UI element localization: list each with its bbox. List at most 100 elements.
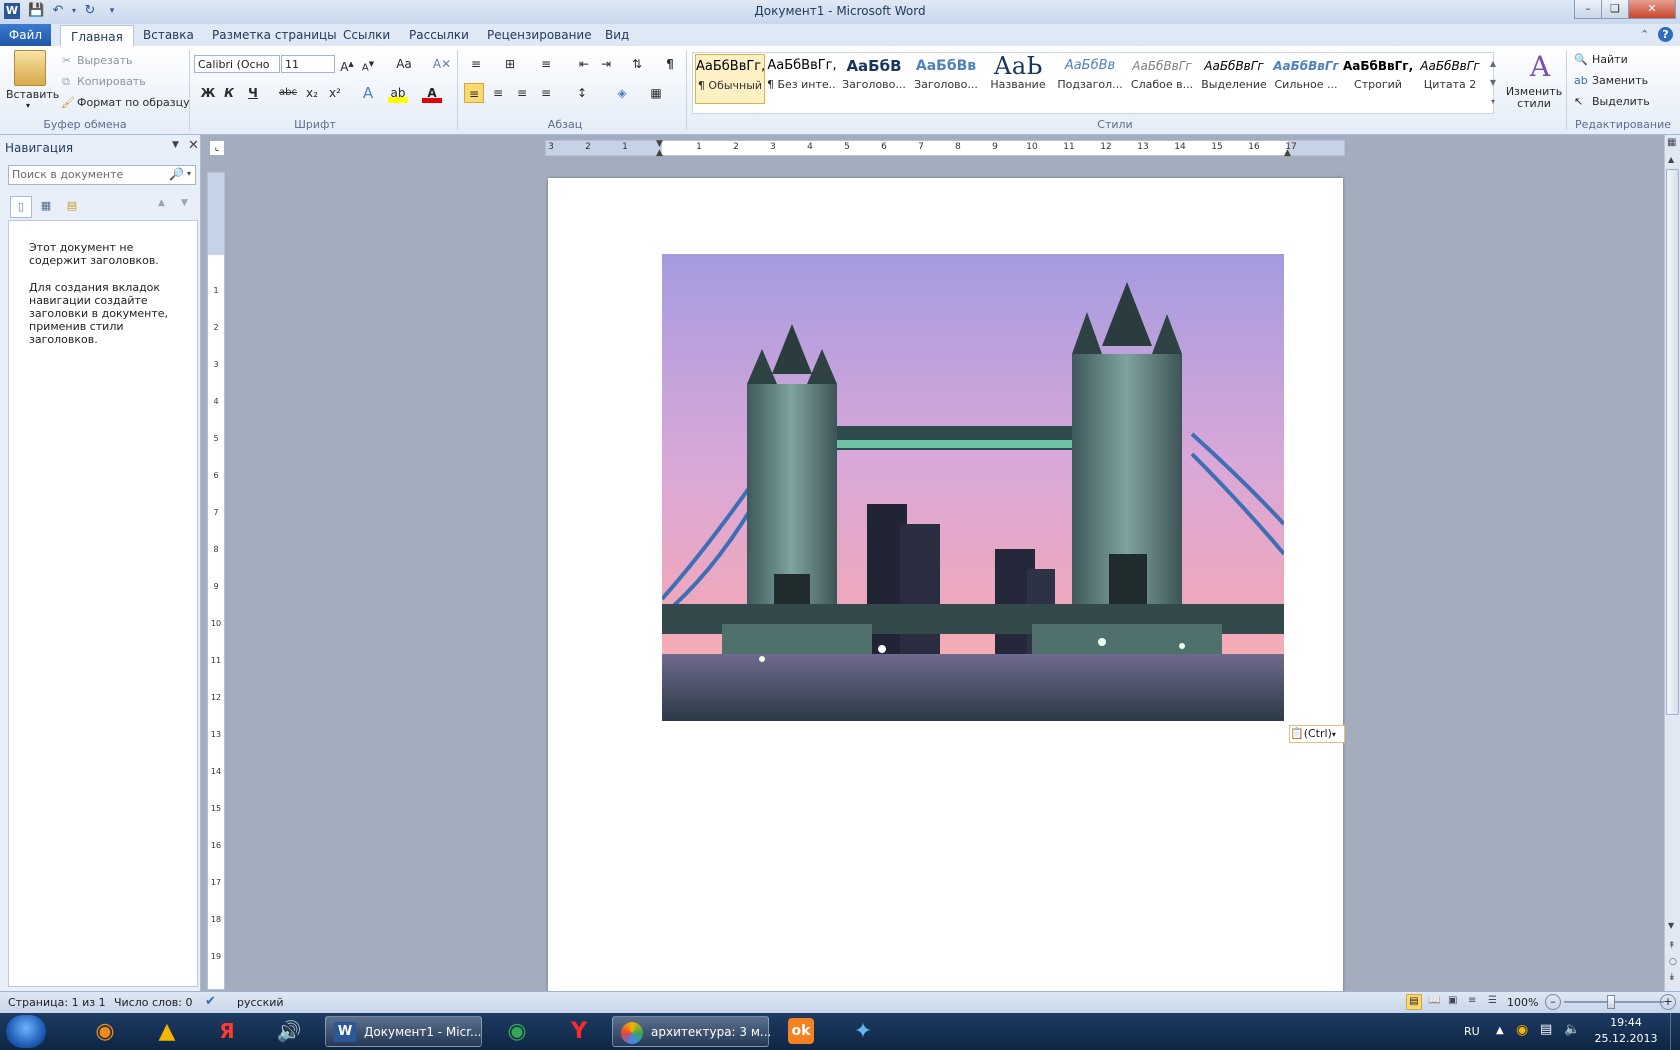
nav-pane-menu-icon[interactable]: ▼: [172, 140, 179, 150]
justify-icon[interactable]: ≡: [536, 83, 556, 103]
styles-scroll-icon[interactable]: ▲ ▼ ▾: [1486, 54, 1500, 111]
clear-formatting-icon[interactable]: A✕: [432, 54, 452, 74]
tab-view[interactable]: Вид: [595, 24, 639, 46]
browse-headings-tab-icon[interactable]: ▯: [10, 196, 32, 218]
tab-file[interactable]: Файл: [0, 24, 51, 46]
tab-selector-icon[interactable]: ⌞: [209, 140, 225, 156]
text-effects-icon[interactable]: A: [358, 83, 378, 103]
paste-icon[interactable]: [14, 50, 46, 86]
underline-button[interactable]: Ч: [243, 83, 263, 103]
style-title[interactable]: АаЬ Название: [983, 54, 1053, 104]
odnoklassniki-icon[interactable]: ok: [778, 1016, 824, 1047]
web-layout-icon[interactable]: ▣: [1448, 995, 1457, 1006]
scroll-thumb[interactable]: [1666, 169, 1679, 715]
document-page[interactable]: 📋(Ctrl)▾: [548, 178, 1345, 993]
hanging-indent-icon[interactable]: ▲: [656, 148, 663, 158]
ruler-toggle-icon[interactable]: ▦: [1667, 137, 1679, 151]
nav-search-input[interactable]: Поиск в документе 🔎 ▾: [8, 165, 196, 185]
sort-icon[interactable]: ⇅: [627, 54, 647, 74]
select-button[interactable]: Выделить: [1592, 95, 1650, 108]
superscript-button[interactable]: x²: [325, 83, 345, 103]
volume-icon[interactable]: 🔈: [1564, 1022, 1580, 1037]
strikethrough-button[interactable]: abc: [278, 83, 298, 103]
tray-app-icon[interactable]: ◉: [1516, 1022, 1528, 1038]
style-heading-1[interactable]: АаБбВ Заголово...: [839, 54, 909, 104]
clock-time[interactable]: 19:44: [1598, 1016, 1654, 1029]
style-heading-2[interactable]: АаБбВв Заголово...: [911, 54, 981, 104]
style-intense-emphasis[interactable]: АаБбВвГг Сильное ...: [1271, 54, 1341, 104]
previous-page-icon[interactable]: ↟: [1668, 941, 1676, 951]
tower-bridge-photo[interactable]: [662, 254, 1284, 721]
tab-page-layout[interactable]: Разметка страницы: [202, 24, 347, 46]
aimp-icon[interactable]: ▲: [144, 1016, 190, 1047]
tab-insert[interactable]: Вставка: [133, 24, 204, 46]
proofing-icon[interactable]: ✔: [205, 994, 216, 1009]
copy-button[interactable]: Копировать: [77, 75, 146, 88]
search-icon[interactable]: 🔎: [169, 167, 184, 181]
vertical-scrollbar[interactable]: ▦ ▲ ▼ ↟ ○ ↡: [1664, 135, 1680, 991]
font-size-combo[interactable]: 11: [281, 55, 335, 73]
align-right-icon[interactable]: ≡: [512, 83, 532, 103]
input-language[interactable]: RU: [1464, 1025, 1480, 1038]
style-strong[interactable]: АаБбВвГг, Строгий: [1343, 54, 1413, 104]
font-color-icon[interactable]: A: [422, 83, 442, 103]
shrink-font-icon[interactable]: A▼: [358, 54, 378, 74]
next-heading-icon[interactable]: ▼: [181, 198, 188, 208]
vertical-ruler[interactable]: 1 2 3 4 5 6 7 8 9 10 11 12 13 14 15 16 17 18 19: [207, 172, 225, 990]
format-painter-button[interactable]: Формат по образцу: [77, 96, 190, 109]
draft-icon[interactable]: ☰: [1488, 995, 1497, 1006]
yandex-browser-icon[interactable]: Я: [204, 1016, 250, 1047]
bullets-icon[interactable]: ≡: [466, 54, 486, 74]
status-page[interactable]: Страница: 1 из 1: [8, 996, 106, 1009]
line-spacing-icon[interactable]: ↕: [572, 83, 592, 103]
help-icon[interactable]: ?: [1658, 27, 1673, 42]
show-hidden-icons-icon[interactable]: ▲: [1496, 1025, 1504, 1036]
style-normal[interactable]: АаБбВвГг, ¶ Обычный: [695, 54, 765, 104]
borders-icon[interactable]: ▦: [646, 83, 666, 103]
zoom-slider-thumb[interactable]: [1607, 995, 1615, 1009]
close-button[interactable]: ✕: [1628, 0, 1676, 19]
nav-pane-close-icon[interactable]: ✕: [188, 138, 199, 153]
clock-date[interactable]: 25.12.2013: [1592, 1032, 1660, 1045]
align-center-icon[interactable]: ≡: [488, 83, 508, 103]
grow-font-icon[interactable]: A▲: [337, 54, 357, 74]
tab-review[interactable]: Рецензирование: [477, 24, 602, 46]
previous-heading-icon[interactable]: ▲: [158, 198, 165, 208]
zoom-out-icon[interactable]: –: [1545, 994, 1561, 1010]
paste-options-button[interactable]: 📋(Ctrl)▾: [1289, 725, 1345, 743]
skype-like-icon[interactable]: ✦: [840, 1016, 886, 1047]
paste-button[interactable]: Вставить: [6, 88, 59, 101]
next-page-icon[interactable]: ↡: [1668, 973, 1676, 983]
paste-dropdown-icon[interactable]: ▾: [26, 101, 30, 110]
subscript-button[interactable]: x₂: [302, 83, 322, 103]
zoom-in-icon[interactable]: +: [1660, 994, 1676, 1010]
start-button[interactable]: [6, 1015, 46, 1048]
right-indent-icon[interactable]: ▲: [1284, 148, 1291, 158]
zoom-level[interactable]: 100%: [1507, 996, 1538, 1009]
style-emphasis[interactable]: АаБбВвГг Выделение: [1199, 54, 1269, 104]
cut-button[interactable]: Вырезать: [77, 54, 132, 67]
multilevel-list-icon[interactable]: ≡: [536, 54, 556, 74]
decrease-indent-icon[interactable]: ⇤: [574, 54, 594, 74]
search-dropdown-icon[interactable]: ▾: [187, 169, 191, 178]
style-subtitle[interactable]: АаБбВв Подзагол...: [1055, 54, 1125, 104]
style-subtle-emphasis[interactable]: АаБбВвГг Слабое в...: [1127, 54, 1197, 104]
maximize-button[interactable]: ❏: [1601, 0, 1629, 19]
tab-references[interactable]: Ссылки: [333, 24, 400, 46]
tab-home[interactable]: Главная: [60, 25, 134, 47]
highlight-icon[interactable]: ab: [388, 83, 408, 103]
minimize-button[interactable]: –: [1574, 0, 1602, 19]
yandex-icon[interactable]: Y: [556, 1016, 602, 1047]
scroll-down-icon[interactable]: ▼: [1668, 921, 1674, 930]
style-no-spacing[interactable]: АаБбВвГг, ¶ Без инте...: [767, 54, 837, 104]
horizontal-ruler[interactable]: 3 2 1 1 2 3 4 5 6 7 8 9 10 11 12 13 14 15 16 17 ▼ ▲ ▲: [545, 139, 1345, 158]
increase-indent-icon[interactable]: ⇥: [596, 54, 616, 74]
shading-icon[interactable]: ◈: [612, 83, 632, 103]
status-word-count[interactable]: Число слов: 0: [114, 996, 193, 1009]
browse-object-icon[interactable]: ○: [1669, 957, 1677, 967]
align-left-icon[interactable]: ≡: [464, 83, 484, 103]
outline-icon[interactable]: ≡: [1468, 995, 1476, 1006]
change-styles-icon[interactable]: A: [1520, 50, 1560, 83]
tab-mailings[interactable]: Рассылки: [399, 24, 479, 46]
taskbar-word-window[interactable]: W Документ1 - Micr...: [325, 1016, 482, 1047]
